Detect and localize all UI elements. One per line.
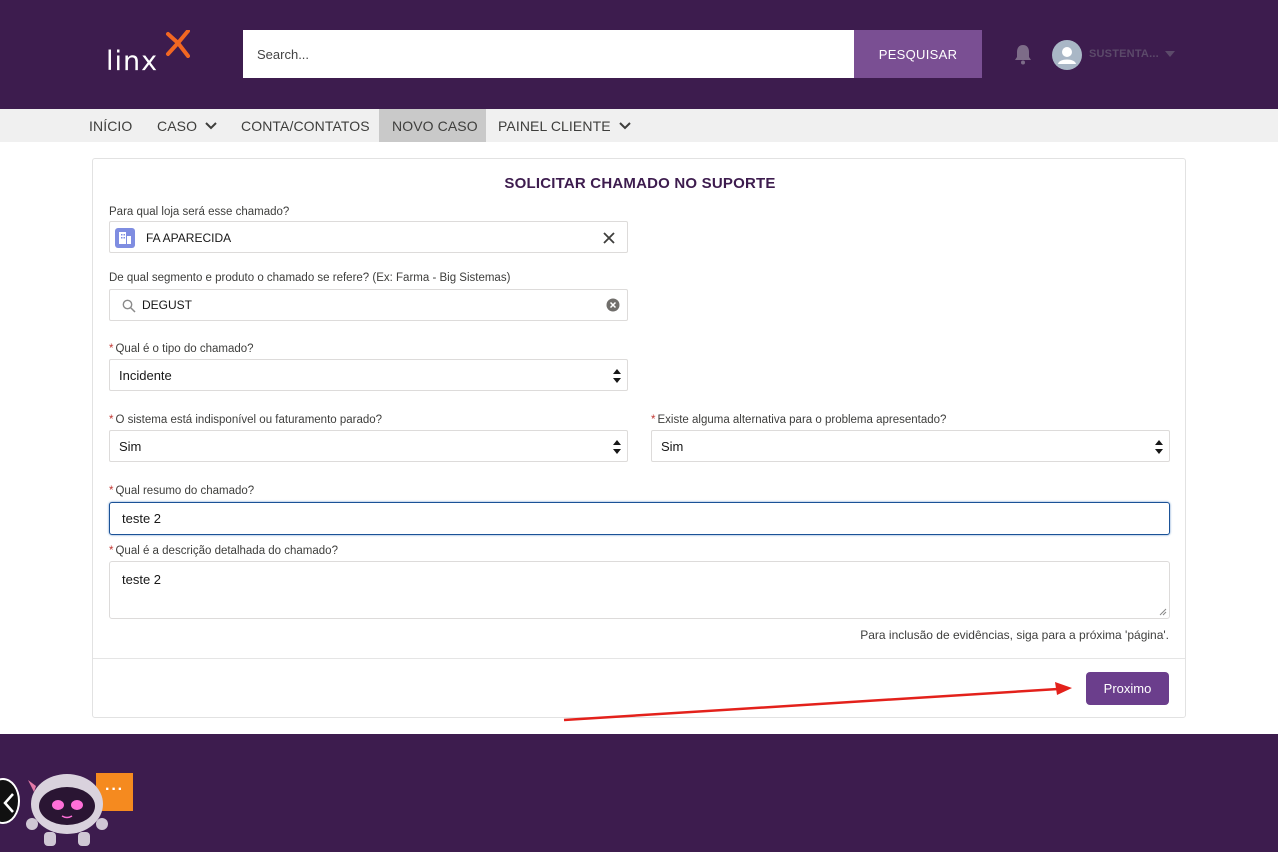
summary-input[interactable]: teste 2 <box>109 502 1170 535</box>
type-select-value: Incidente <box>119 368 172 383</box>
system-down-select[interactable]: Sim <box>109 430 628 462</box>
required-mark: * <box>109 485 114 497</box>
chevron-down-icon <box>618 121 631 129</box>
description-label-text: Qual é a descrição detalhada do chamado? <box>115 545 338 557</box>
search-input[interactable] <box>243 30 855 78</box>
select-arrows-icon <box>1155 440 1163 454</box>
description-textarea[interactable]: teste 2 <box>109 561 1170 619</box>
required-mark: * <box>109 343 114 355</box>
required-mark: * <box>651 414 656 426</box>
select-arrows-icon <box>613 369 621 383</box>
nav-item-label: CASO <box>157 117 198 134</box>
alternative-select[interactable]: Sim <box>651 430 1170 462</box>
required-mark: * <box>109 545 114 557</box>
main-nav: INÍCIO CASO CONTA/CONTATOS NOVO CASO PAI… <box>0 109 1278 142</box>
type-select[interactable]: Incidente <box>109 359 628 391</box>
nav-item-painel-cliente[interactable]: PAINEL CLIENTE <box>488 109 641 142</box>
nav-item-novo-caso[interactable]: NOVO CASO <box>379 109 486 142</box>
nav-item-conta-contatos[interactable]: CONTA/CONTATOS <box>231 109 380 142</box>
summary-label-text: Qual resumo do chamado? <box>115 485 255 497</box>
resize-grip-icon[interactable] <box>1159 608 1167 616</box>
alternative-label: * Existe alguma alternativa para o proble… <box>651 414 946 426</box>
type-label-text: Qual é o tipo do chamado? <box>115 343 254 355</box>
nav-item-label: NOVO CASO <box>392 117 478 134</box>
nav-item-caso[interactable]: CASO <box>147 109 227 142</box>
user-icon <box>1058 47 1076 64</box>
case-form-card: SOLICITAR CHAMADO NO SUPORTE Para qual l… <box>92 158 1186 718</box>
segment-search-input[interactable]: DEGUST <box>109 289 628 321</box>
summary-value: teste 2 <box>122 511 162 526</box>
bell-icon[interactable] <box>1012 43 1034 65</box>
chatbot-robot-icon[interactable] <box>22 762 112 852</box>
select-arrows-icon <box>613 440 621 454</box>
alternative-label-text: Existe alguma alternativa para o problem… <box>657 414 947 426</box>
alternative-value: Sim <box>661 439 684 454</box>
footer-divider <box>93 658 1185 659</box>
logo-text: linx <box>106 46 159 77</box>
remove-store-icon[interactable] <box>602 231 616 245</box>
summary-label: * Qual resumo do chamado? <box>109 485 254 497</box>
system-down-label: * O sistema está indisponível ou faturame… <box>109 414 382 426</box>
annotation-arrow <box>563 682 1072 722</box>
type-label: * Qual é o tipo do chamado? <box>109 343 254 355</box>
nav-item-inicio[interactable]: INÍCIO <box>79 109 142 142</box>
description-value: teste 2 <box>122 572 162 587</box>
search-button[interactable]: PESQUISAR <box>854 30 982 78</box>
store-lookup[interactable]: FA APARECIDA <box>109 221 628 253</box>
user-name[interactable]: SUSTENTA... <box>1089 48 1159 60</box>
evidence-hint: Para inclusão de evidências, siga para a… <box>860 628 1169 642</box>
system-down-label-text: O sistema está indisponível ou faturamen… <box>115 414 383 426</box>
system-down-value: Sim <box>119 439 142 454</box>
required-mark: * <box>109 414 114 426</box>
store-record-icon <box>115 228 135 248</box>
user-avatar[interactable] <box>1052 40 1082 70</box>
segment-label: De qual segmento e produto o chamado se … <box>109 272 511 284</box>
nav-item-label: CONTA/CONTATOS <box>241 117 370 134</box>
chevron-left-icon <box>3 793 14 813</box>
linx-logo[interactable]: linx <box>106 30 196 80</box>
store-label: Para qual loja será esse chamado? <box>109 206 290 218</box>
segment-value: DEGUST <box>142 298 193 312</box>
store-value: FA APARECIDA <box>146 231 232 245</box>
form-title: SOLICITAR CHAMADO NO SUPORTE <box>504 175 776 192</box>
header-bar: linx PESQUISAR SUSTENTA... <box>0 0 1278 109</box>
next-button[interactable]: Proximo <box>1086 672 1169 705</box>
user-menu-caret-icon[interactable] <box>1165 51 1175 57</box>
search-icon <box>122 299 136 313</box>
nav-item-label: INÍCIO <box>89 117 133 134</box>
nav-item-label: PAINEL CLIENTE <box>498 117 611 134</box>
chevron-down-icon <box>205 121 217 129</box>
chat-close-button[interactable] <box>0 778 20 824</box>
clear-icon[interactable] <box>606 298 620 312</box>
logo-x-icon <box>166 30 190 58</box>
description-label: * Qual é a descrição detalhada do chamado… <box>109 545 338 557</box>
page-footer <box>0 734 1278 852</box>
